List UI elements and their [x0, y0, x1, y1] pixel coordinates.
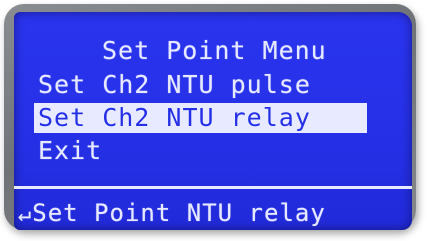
enter-arrow-icon: ↵	[18, 202, 33, 227]
menu-item-exit[interactable]: Exit	[38, 136, 102, 166]
status-text: Set Point NTU relay	[32, 199, 326, 227]
lcd-screen: Set Point Menu Set Ch2 NTU pulse Set Ch2…	[14, 12, 412, 230]
menu-item-set-ch2-ntu-pulse[interactable]: Set Ch2 NTU pulse	[38, 70, 311, 100]
menu-item-set-ch2-ntu-relay[interactable]: Set Ch2 NTU relay	[34, 103, 367, 133]
menu-title: Set Point Menu	[102, 36, 327, 65]
status-line: ↵Set Point NTU relay	[18, 198, 326, 230]
divider	[14, 186, 412, 189]
